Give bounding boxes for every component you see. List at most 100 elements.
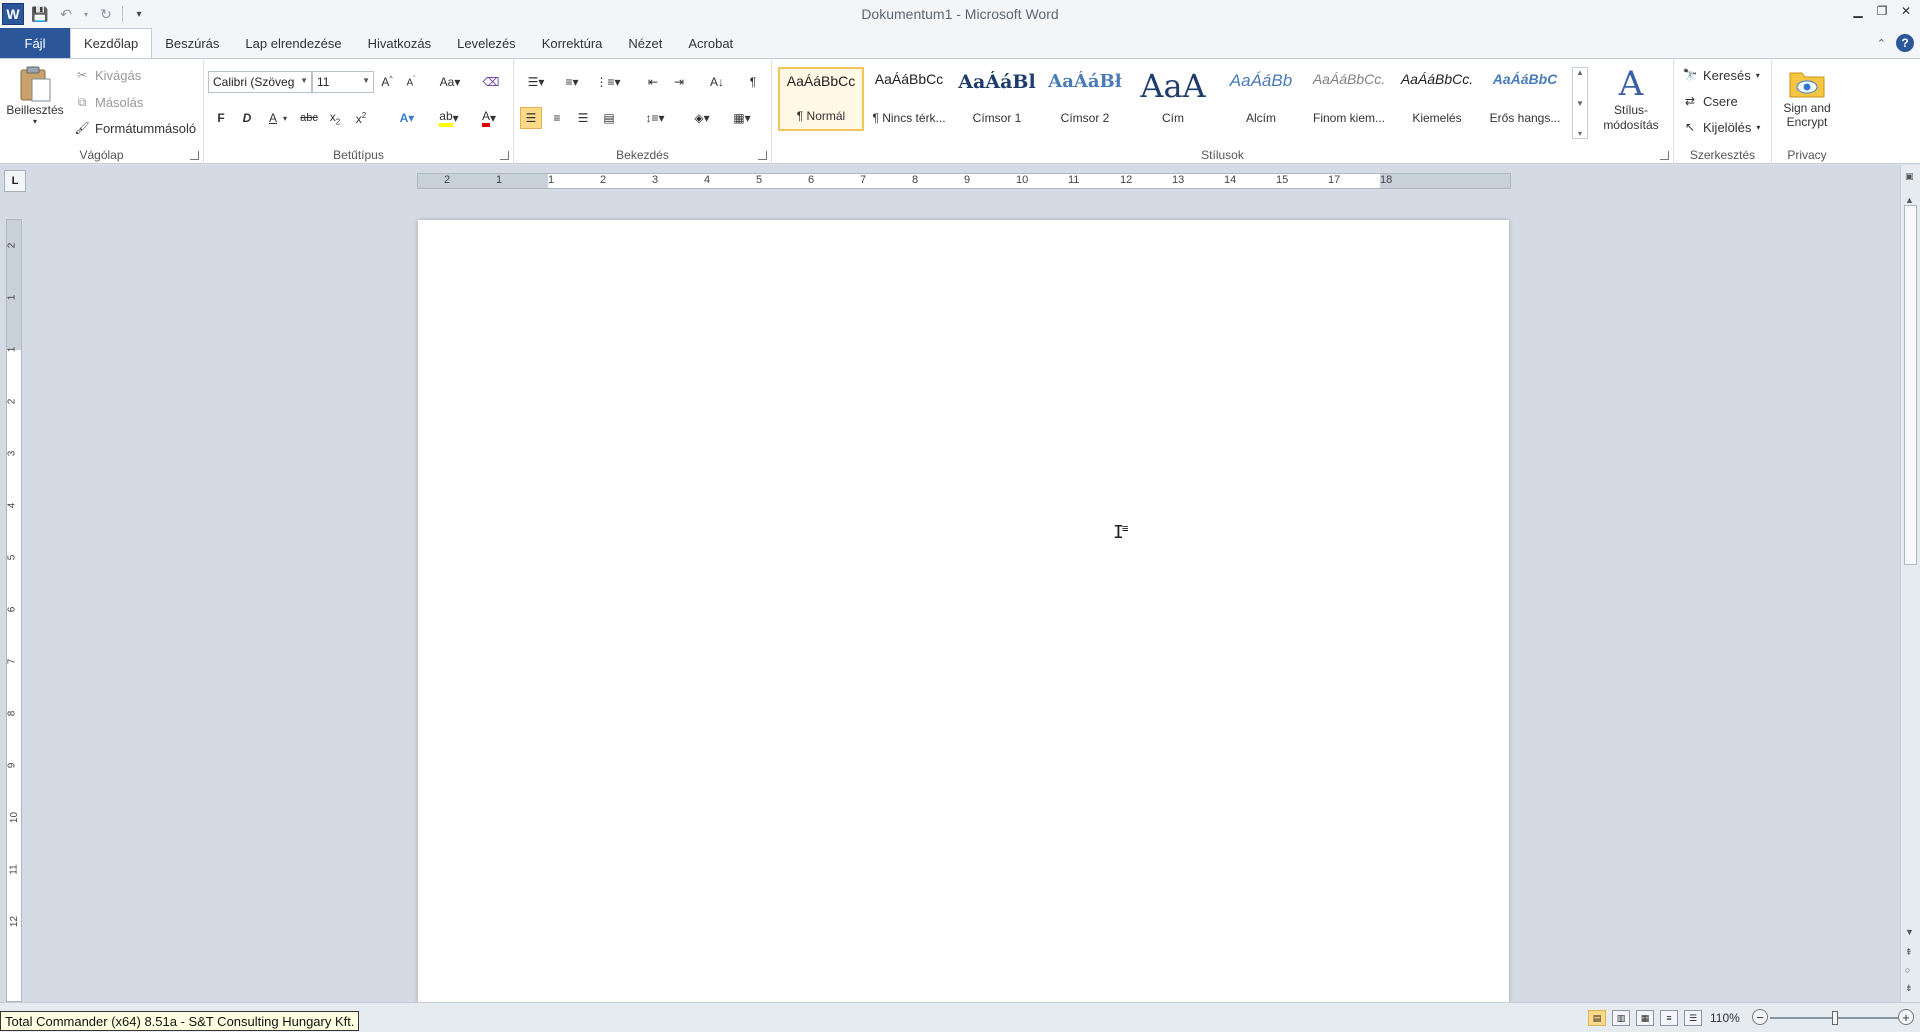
styles-launcher-icon[interactable] [1660, 151, 1669, 160]
font-size-combo[interactable]: 11 ▼ [312, 71, 374, 93]
underline-dropdown-icon[interactable]: ▾ [280, 107, 290, 129]
font-launcher-icon[interactable] [500, 151, 509, 160]
style-heading-1[interactable]: AaÁáBl Címsor 1 [954, 67, 1040, 131]
zoom-in-icon[interactable]: + [1898, 1009, 1914, 1025]
superscript-button[interactable]: x2 [350, 107, 372, 129]
tab-selector[interactable]: L [4, 170, 26, 192]
shading-button[interactable]: ◈▾ [686, 107, 718, 129]
style-no-spacing[interactable]: AaÁáBbCc ¶ Nincs térk... [866, 67, 952, 131]
gallery-up-icon[interactable]: ▲ [1576, 68, 1584, 77]
vertical-ruler[interactable]: 2 1 1 2 3 4 5 6 7 8 9 10 11 12 [6, 219, 22, 1002]
minimize-ribbon-icon[interactable]: ⌃ [1877, 37, 1886, 50]
zoom-out-icon[interactable]: − [1752, 1009, 1768, 1025]
italic-button[interactable]: D [236, 107, 258, 129]
style-subtle-emphasis[interactable]: AaÁáBbCc. Finom kiem... [1306, 67, 1392, 131]
tab-review[interactable]: Korrektúra [529, 28, 616, 58]
zoom-slider-thumb[interactable] [1832, 1011, 1838, 1025]
ruler-toggle-icon[interactable]: ▣ [1905, 171, 1914, 182]
scroll-up-icon[interactable]: ▲ [1905, 195, 1914, 205]
paste-dropdown-icon[interactable]: ▾ [33, 117, 37, 126]
style-title[interactable]: AaA Cím [1130, 67, 1216, 131]
tab-mailings[interactable]: Levelezés [444, 28, 529, 58]
tab-insert[interactable]: Beszúrás [152, 28, 232, 58]
replace-button[interactable]: ⇄ Csere [1682, 93, 1738, 109]
style-normal[interactable]: AaÁáBbCc ¶ Normál [778, 67, 864, 131]
style-name: Kiemelés [1412, 111, 1462, 125]
replace-icon: ⇄ [1684, 94, 1696, 108]
next-page-icon[interactable]: ⇟ [1905, 983, 1913, 994]
numbering-button[interactable]: ≡▾ [556, 71, 588, 93]
tab-page-layout[interactable]: Lap elrendezése [232, 28, 354, 58]
cut-button[interactable]: ✂ Kivágás [74, 67, 141, 83]
increase-indent-button[interactable]: ⇥ [668, 71, 690, 93]
align-left-button[interactable]: ☰ [520, 107, 542, 129]
scrollbar-thumb[interactable] [1904, 205, 1917, 565]
undo-dropdown-icon[interactable]: ▾ [82, 4, 90, 24]
minimize-icon[interactable]: ▁ [1848, 2, 1868, 20]
font-name-combo[interactable]: Calibri (Szöveg ▼ [208, 71, 312, 93]
find-button[interactable]: 🔭 Keresés ▾ [1682, 67, 1760, 83]
redo-icon[interactable]: ↻ [96, 4, 116, 24]
clipboard-launcher-icon[interactable] [190, 151, 199, 160]
strikethrough-button[interactable]: abc [298, 107, 320, 129]
grow-font-button[interactable]: A^ [376, 71, 398, 93]
font-color-button[interactable]: A ▾ [474, 107, 504, 129]
tab-home[interactable]: Kezdőlap [70, 28, 153, 58]
full-screen-reading-icon[interactable]: ▥ [1612, 1010, 1630, 1026]
change-styles-button[interactable]: A Stílus- módosítás [1592, 65, 1670, 133]
style-intense-emphasis[interactable]: AaÁáBbC Erős hangs... [1482, 67, 1568, 131]
vertical-scrollbar[interactable]: ▣ ▲ ▼ ⇞ ○ ⇟ [1900, 165, 1920, 1002]
decrease-indent-button[interactable]: ⇤ [642, 71, 664, 93]
print-layout-view-icon[interactable]: ▤ [1588, 1010, 1606, 1026]
previous-page-icon[interactable]: ⇞ [1905, 947, 1913, 958]
sort-button[interactable]: A↓ [706, 71, 728, 93]
bold-button[interactable]: F [210, 107, 232, 129]
multilevel-list-button[interactable]: ⋮≡▾ [592, 71, 624, 93]
save-icon[interactable]: 💾 [30, 4, 50, 24]
line-spacing-button[interactable]: ↕≡▾ [640, 107, 670, 129]
help-icon[interactable]: ? [1896, 34, 1914, 52]
text-effects-button[interactable]: A▾ [396, 107, 418, 129]
styles-gallery-scroll[interactable]: ▲ ▼ ▾ [1572, 67, 1588, 139]
word-logo-icon[interactable]: W [2, 3, 24, 25]
customize-qat-icon[interactable]: ▾ [129, 4, 149, 24]
borders-button[interactable]: ▦▾ [726, 107, 758, 129]
web-layout-icon[interactable]: ▦ [1636, 1010, 1654, 1026]
paragraph-launcher-icon[interactable] [758, 151, 767, 160]
gallery-down-icon[interactable]: ▼ [1576, 99, 1584, 108]
select-button[interactable]: ↖ Kijelölés ▾ [1682, 119, 1760, 135]
clear-formatting-button[interactable]: ⌫ [480, 71, 502, 93]
document-page[interactable] [418, 220, 1509, 1002]
tab-acrobat[interactable]: Acrobat [675, 28, 746, 58]
show-marks-button[interactable]: ¶ [742, 71, 764, 93]
restore-icon[interactable]: ❐ [1872, 2, 1892, 20]
format-painter-button[interactable]: 🖌 Formátummásoló [74, 120, 196, 136]
bullets-button[interactable]: ☰▾ [520, 71, 552, 93]
align-center-button[interactable]: ≡ [546, 107, 568, 129]
align-right-button[interactable]: ☰ [572, 107, 594, 129]
tab-view[interactable]: Nézet [615, 28, 675, 58]
close-icon[interactable]: ✕ [1896, 2, 1916, 20]
draft-view-icon[interactable]: ☰ [1684, 1010, 1702, 1026]
sign-encrypt-button[interactable]: Sign and Encrypt [1776, 65, 1838, 129]
gallery-more-icon[interactable]: ▾ [1578, 129, 1582, 138]
tab-references[interactable]: Hivatkozás [355, 28, 445, 58]
shrink-font-button[interactable]: Aˇ [400, 71, 422, 93]
subscript-button[interactable]: x2 [324, 107, 346, 129]
style-emphasis[interactable]: AaÁáBbCc. Kiemelés [1394, 67, 1480, 131]
outline-view-icon[interactable]: ≡ [1660, 1010, 1678, 1026]
justify-button[interactable]: ▤ [598, 107, 620, 129]
change-case-button[interactable]: Aa▾ [436, 71, 464, 93]
paste-button[interactable]: Beillesztés ▾ [4, 65, 66, 126]
horizontal-ruler[interactable]: 2 1 1 2 3 4 5 6 7 8 9 10 11 12 13 14 15 17 18 [417, 173, 1511, 189]
copy-button[interactable]: ⧉ Másolás [74, 94, 144, 110]
undo-icon[interactable]: ↶ [56, 4, 76, 24]
tab-file[interactable]: Fájl [0, 28, 70, 58]
zoom-level[interactable]: 110% [1710, 1011, 1740, 1025]
browse-object-icon[interactable]: ○ [1905, 965, 1910, 975]
style-heading-2[interactable]: AaÁáBł Címsor 2 [1042, 67, 1128, 131]
highlight-button[interactable]: ab ▾ [434, 107, 464, 129]
scroll-down-icon[interactable]: ▼ [1905, 927, 1914, 937]
style-subtitle[interactable]: AaÁáBb Alcím [1218, 67, 1304, 131]
ruler-tick-label: 8 [6, 710, 18, 717]
